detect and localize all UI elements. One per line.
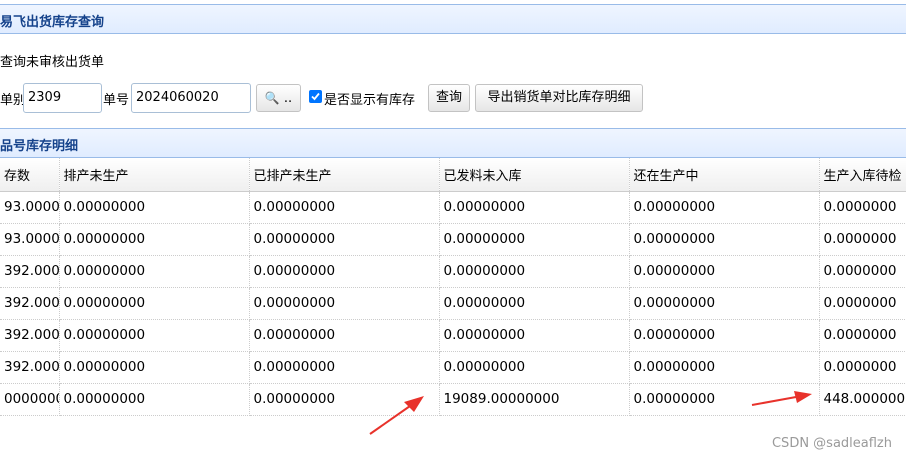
arrow-icon [369, 396, 424, 435]
arrow-icon [751, 391, 812, 406]
watermark: CSDN @sadleaflzh [771, 436, 892, 451]
annotation-arrows [369, 391, 812, 435]
